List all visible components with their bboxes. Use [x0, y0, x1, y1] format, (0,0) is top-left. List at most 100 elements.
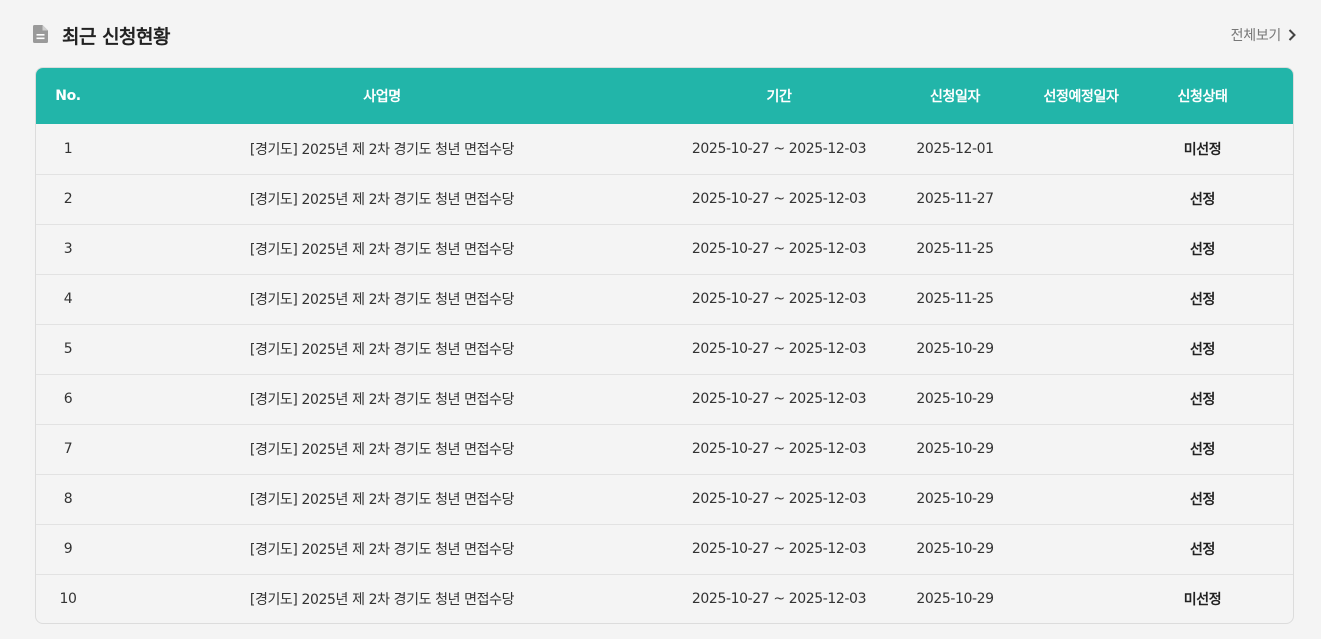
cell-no: 8 — [63, 491, 73, 507]
cell-name: [경기도] 2025년 제 2차 경기도 청년 면접수당 — [249, 442, 515, 458]
cell-status: 미선정 — [1183, 592, 1222, 609]
cell-expected-date — [1016, 124, 1146, 174]
view-all-label: 전체보기 — [1230, 28, 1282, 44]
cell-applied-date: 2025-12-01 — [916, 140, 994, 157]
cell-no: 2 — [63, 191, 73, 207]
cell-no: 10 — [59, 591, 77, 608]
table-row[interactable]: 5 [경기도] 2025년 제 2차 경기도 청년 면접수당 2025-10-27 … — [36, 324, 1293, 374]
cell-period: 2025-10-27 ~ 2025-12-03 — [691, 591, 867, 608]
cell-name: [경기도] 2025년 제 2차 경기도 청년 면접수당 — [249, 542, 515, 558]
cell-status: 선정 — [1190, 242, 1215, 258]
cell-no: 6 — [63, 391, 73, 407]
section-title: 최근 신청현황 — [62, 25, 171, 48]
cell-spacer — [1259, 324, 1293, 374]
table-row[interactable]: 8 [경기도] 2025년 제 2차 경기도 청년 면접수당 2025-10-27 … — [36, 474, 1293, 524]
cell-name: [경기도] 2025년 제 2차 경기도 청년 면접수당 — [249, 392, 515, 408]
table-header: No. 사업명 기간 신청일자 선정예정일자 신청상태 — [36, 68, 1293, 124]
column-header-period: 기간 — [766, 89, 792, 105]
title-group: 최근 신청현황 — [33, 22, 171, 49]
table-row[interactable]: 9 [경기도] 2025년 제 2차 경기도 청년 면접수당 2025-10-27 … — [36, 524, 1293, 574]
cell-status: 선정 — [1190, 492, 1215, 508]
cell-name: [경기도] 2025년 제 2차 경기도 청년 면접수당 — [249, 192, 515, 208]
column-header-applied-date: 신청일자 — [930, 89, 980, 105]
cell-spacer — [1259, 274, 1293, 324]
cell-period: 2025-10-27 ~ 2025-12-03 — [691, 391, 867, 407]
cell-period: 2025-10-27 ~ 2025-12-03 — [691, 140, 867, 157]
cell-expected-date — [1016, 324, 1146, 374]
cell-expected-date — [1016, 174, 1146, 224]
cell-status: 미선정 — [1183, 141, 1222, 158]
cell-period: 2025-10-27 ~ 2025-12-03 — [691, 341, 867, 357]
cell-spacer — [1259, 424, 1293, 474]
column-header-status: 신청상태 — [1177, 89, 1228, 105]
cell-period: 2025-10-27 ~ 2025-12-03 — [691, 541, 867, 557]
cell-status: 선정 — [1190, 542, 1215, 558]
table-row[interactable]: 1 [경기도] 2025년 제 2차 경기도 청년 면접수당 2025-10-27 … — [36, 124, 1293, 174]
cell-applied-date: 2025-10-29 — [916, 441, 994, 457]
cell-name: [경기도] 2025년 제 2차 경기도 청년 면접수당 — [249, 342, 515, 358]
cell-name: [경기도] 2025년 제 2차 경기도 청년 면접수당 — [249, 492, 515, 508]
cell-expected-date — [1016, 574, 1146, 623]
cell-spacer — [1259, 574, 1293, 623]
cell-spacer — [1259, 174, 1293, 224]
cell-no: 9 — [63, 541, 73, 557]
table-body: 1 [경기도] 2025년 제 2차 경기도 청년 면접수당 2025-10-27 … — [36, 124, 1293, 623]
table-row[interactable]: 3 [경기도] 2025년 제 2차 경기도 청년 면접수당 2025-10-27 … — [36, 224, 1293, 274]
cell-applied-date: 2025-10-29 — [916, 541, 994, 557]
cell-expected-date — [1016, 374, 1146, 424]
cell-applied-date: 2025-11-27 — [916, 191, 994, 207]
cell-expected-date — [1016, 274, 1146, 324]
cell-applied-date: 2025-11-25 — [916, 241, 994, 257]
view-all-link[interactable]: 전체보기 — [1231, 25, 1297, 45]
cell-status: 선정 — [1190, 442, 1215, 458]
applications-table: No. 사업명 기간 신청일자 선정예정일자 신청상태 1 [경기도] 2025년… — [36, 68, 1293, 623]
cell-name: [경기도] 2025년 제 2차 경기도 청년 면접수당 — [249, 592, 515, 609]
cell-period: 2025-10-27 ~ 2025-12-03 — [691, 441, 867, 457]
cell-applied-date: 2025-10-29 — [916, 341, 994, 357]
cell-period: 2025-10-27 ~ 2025-12-03 — [691, 491, 867, 507]
cell-no: 3 — [63, 241, 73, 257]
column-header-spacer — [1259, 68, 1293, 124]
cell-name: [경기도] 2025년 제 2차 경기도 청년 면접수당 — [249, 141, 515, 158]
table-row[interactable]: 6 [경기도] 2025년 제 2차 경기도 청년 면접수당 2025-10-27 … — [36, 374, 1293, 424]
applications-table-card: No. 사업명 기간 신청일자 선정예정일자 신청상태 1 [경기도] 2025년… — [35, 67, 1294, 624]
cell-period: 2025-10-27 ~ 2025-12-03 — [691, 291, 867, 307]
cell-status: 선정 — [1190, 192, 1215, 208]
cell-applied-date: 2025-10-29 — [916, 491, 994, 507]
cell-applied-date: 2025-10-29 — [916, 391, 994, 407]
cell-spacer — [1259, 224, 1293, 274]
column-header-name: 사업명 — [363, 89, 401, 105]
cell-period: 2025-10-27 ~ 2025-12-03 — [691, 191, 867, 207]
column-header-no: No. — [55, 88, 81, 104]
table-header-row: No. 사업명 기간 신청일자 선정예정일자 신청상태 — [36, 68, 1293, 124]
cell-spacer — [1259, 124, 1293, 174]
cell-applied-date: 2025-11-25 — [916, 291, 994, 307]
cell-spacer — [1259, 374, 1293, 424]
cell-status: 선정 — [1190, 392, 1215, 408]
cell-expected-date — [1016, 524, 1146, 574]
cell-period: 2025-10-27 ~ 2025-12-03 — [691, 241, 867, 257]
cell-no: 1 — [63, 140, 73, 157]
document-icon — [33, 25, 50, 45]
chevron-right-icon — [1288, 29, 1297, 41]
table-row[interactable]: 7 [경기도] 2025년 제 2차 경기도 청년 면접수당 2025-10-27 … — [36, 424, 1293, 474]
cell-spacer — [1259, 524, 1293, 574]
cell-spacer — [1259, 474, 1293, 524]
section-header: 최근 신청현황 전체보기 — [33, 20, 1297, 50]
cell-no: 5 — [63, 341, 73, 357]
cell-expected-date — [1016, 224, 1146, 274]
cell-applied-date: 2025-10-29 — [916, 591, 994, 608]
cell-no: 7 — [63, 441, 73, 457]
recent-applications-section: 최근 신청현황 전체보기 No. 사업명 기간 신청일자 선정예정일자 신청상태… — [0, 0, 1321, 639]
column-header-expected-date: 선정예정일자 — [1043, 89, 1119, 105]
table-row[interactable]: 10 [경기도] 2025년 제 2차 경기도 청년 면접수당 2025-10-27… — [36, 574, 1293, 623]
cell-expected-date — [1016, 424, 1146, 474]
cell-name: [경기도] 2025년 제 2차 경기도 청년 면접수당 — [249, 292, 515, 308]
cell-name: [경기도] 2025년 제 2차 경기도 청년 면접수당 — [249, 242, 515, 258]
table-row[interactable]: 4 [경기도] 2025년 제 2차 경기도 청년 면접수당 2025-10-27 … — [36, 274, 1293, 324]
cell-status: 선정 — [1190, 292, 1215, 308]
cell-expected-date — [1016, 474, 1146, 524]
cell-status: 선정 — [1190, 342, 1215, 358]
cell-no: 4 — [63, 291, 73, 307]
table-row[interactable]: 2 [경기도] 2025년 제 2차 경기도 청년 면접수당 2025-10-27 … — [36, 174, 1293, 224]
